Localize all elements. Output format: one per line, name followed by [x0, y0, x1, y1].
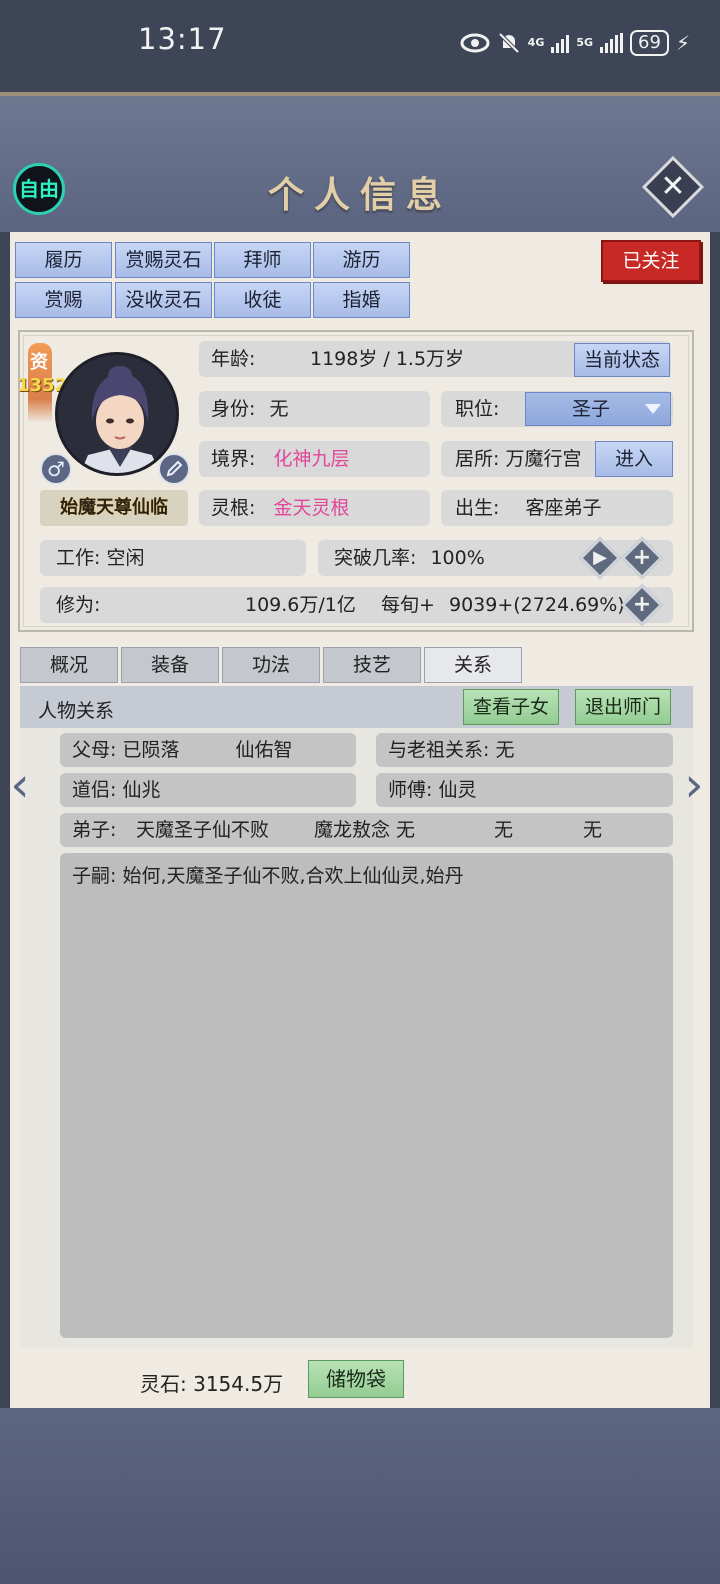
disciples-label: 弟子: [72, 819, 117, 841]
parents-extra: 仙佑智 [235, 739, 293, 761]
tab-crafts[interactable]: 技艺 [323, 647, 421, 683]
descendants-area: 子嗣: 始何,天魔圣子仙不败,合欢上仙仙灵,始丹 [60, 853, 673, 1338]
identity-label: 身份: [211, 398, 256, 420]
network-4g-label: 4G [527, 36, 545, 49]
storage-bag-button[interactable]: 储物袋 [308, 1360, 404, 1398]
next-character-button[interactable]: › [680, 760, 708, 810]
cultivation-value: 109.6万/1亿 [245, 594, 356, 616]
parents-value: 已陨落 [122, 739, 180, 761]
parents-label: 父母: [72, 739, 117, 761]
reward-button[interactable]: 赏赐 [15, 282, 112, 318]
character-avatar[interactable] [55, 352, 179, 476]
birth-value: 客座弟子 [525, 497, 602, 519]
age-label: 年龄: [211, 348, 256, 370]
plus-icon: + [632, 545, 652, 570]
residence-label: 居所: [455, 448, 500, 470]
birth-field: 出生: 客座弟子 [441, 490, 673, 526]
current-state-button[interactable]: 当前状态 [574, 343, 670, 377]
master-field: 师傅: 仙灵 [376, 773, 673, 807]
partner-field: 道侣: 仙兆 [60, 773, 356, 807]
cultivation-label: 修为: [56, 594, 101, 616]
take-disciple-button[interactable]: 收徒 [214, 282, 311, 318]
disciple-item[interactable]: 魔龙敖念 无 [314, 813, 415, 847]
breakthrough-value: 100% [430, 547, 485, 569]
confiscate-stones-button[interactable]: 没收灵石 [115, 282, 212, 318]
network-5g-label: 5G [576, 36, 594, 49]
work-value: 空闲 [106, 547, 145, 569]
disciple-item[interactable]: 无 [494, 813, 513, 847]
realm-label: 境界: [211, 448, 256, 470]
status-time: 13:17 [138, 22, 227, 56]
descendants-value: 始何,天魔圣子仙不败,合欢上仙仙灵,始丹 [122, 865, 464, 887]
disciple-item[interactable]: 天魔圣子仙不败 [136, 813, 269, 847]
spirit-stones-label: 灵石: [140, 1372, 187, 1396]
birth-label: 出生: [455, 497, 500, 519]
tab-overview[interactable]: 概况 [20, 647, 118, 683]
page-title: 个人信息 [267, 174, 452, 216]
per-turn-label: 每旬+ [381, 594, 435, 616]
character-name: 始魔天尊仙临 [40, 490, 188, 526]
tab-skills[interactable]: 功法 [222, 647, 320, 683]
resume-button[interactable]: 履历 [15, 242, 112, 278]
previous-character-button[interactable]: ‹ [6, 760, 34, 810]
free-mode-button[interactable]: 自由 [13, 163, 65, 215]
work-label: 工作: [56, 547, 101, 569]
breakthrough-label: 突破几率: [334, 547, 417, 569]
spirit-root-field: 灵根: 金天灵根 [199, 490, 430, 526]
travel-button[interactable]: 游历 [313, 242, 410, 278]
realm-value: 化神九层 [273, 448, 350, 470]
edit-name-button[interactable] [158, 453, 190, 485]
aptitude-label: 资 [30, 352, 48, 373]
eye-icon [460, 33, 490, 53]
plus-icon: + [632, 592, 652, 617]
relations-header: 人物关系 [38, 700, 115, 722]
view-children-button[interactable]: 查看子女 [463, 689, 559, 725]
pencil-icon [166, 460, 183, 477]
signal-bars-icon [600, 33, 624, 53]
close-icon: ✕ [660, 169, 686, 204]
spirit-root-value: 金天灵根 [273, 497, 350, 519]
ancestor-relation-field: 与老祖关系: 无 [376, 733, 673, 767]
spirit-stones-value: 3154.5万 [193, 1372, 284, 1396]
parents-field: 父母: 已陨落 仙佑智 [60, 733, 356, 767]
spirit-stones-display: 灵石: 3154.5万 [140, 1368, 283, 1397]
partner-label: 道侣: [72, 779, 117, 801]
ancestor-label: 与老祖关系: [388, 739, 490, 761]
enter-residence-button[interactable]: 进入 [595, 441, 673, 477]
disciple-item[interactable]: 无 [583, 813, 602, 847]
partner-value: 仙兆 [122, 779, 161, 801]
master-value: 仙灵 [438, 779, 477, 801]
realm-field: 境界: 化神九层 [199, 441, 430, 477]
chevron-down-icon [645, 404, 661, 414]
play-icon: ▶ [593, 547, 607, 568]
tab-equipment[interactable]: 装备 [121, 647, 219, 683]
tab-relations[interactable]: 关系 [424, 647, 522, 683]
master-label: 师傅: [388, 779, 433, 801]
age-value: 1198岁 / 1.5万岁 [310, 348, 465, 370]
male-icon: ♂ [40, 453, 72, 485]
status-icons: 4G 5G 69 ⚡ [460, 26, 690, 60]
charging-icon: ⚡ [675, 31, 690, 55]
signal-bars-icon [551, 33, 570, 53]
spirit-root-label: 灵根: [211, 497, 256, 519]
work-field: 工作: 空闲 [40, 540, 306, 576]
apprentice-button[interactable]: 拜师 [214, 242, 311, 278]
reward-stones-button[interactable]: 赏赐灵石 [115, 242, 212, 278]
residence-value: 万魔行宫 [505, 448, 582, 470]
identity-value: 无 [269, 398, 289, 420]
leave-sect-button[interactable]: 退出师门 [575, 689, 671, 725]
position-label: 职位: [455, 398, 500, 420]
bottom-background [0, 1408, 720, 1584]
battery-indicator: 69 [630, 30, 669, 56]
arrange-marriage-button[interactable]: 指婚 [313, 282, 410, 318]
identity-field: 身份: 无 [199, 391, 430, 427]
descendants-label: 子嗣: [72, 865, 117, 887]
per-turn-value: 9039+(2724.69%) [449, 594, 625, 616]
follow-button[interactable]: 已关注 [601, 240, 701, 282]
mute-bell-icon [498, 32, 520, 54]
ancestor-value: 无 [495, 739, 515, 761]
